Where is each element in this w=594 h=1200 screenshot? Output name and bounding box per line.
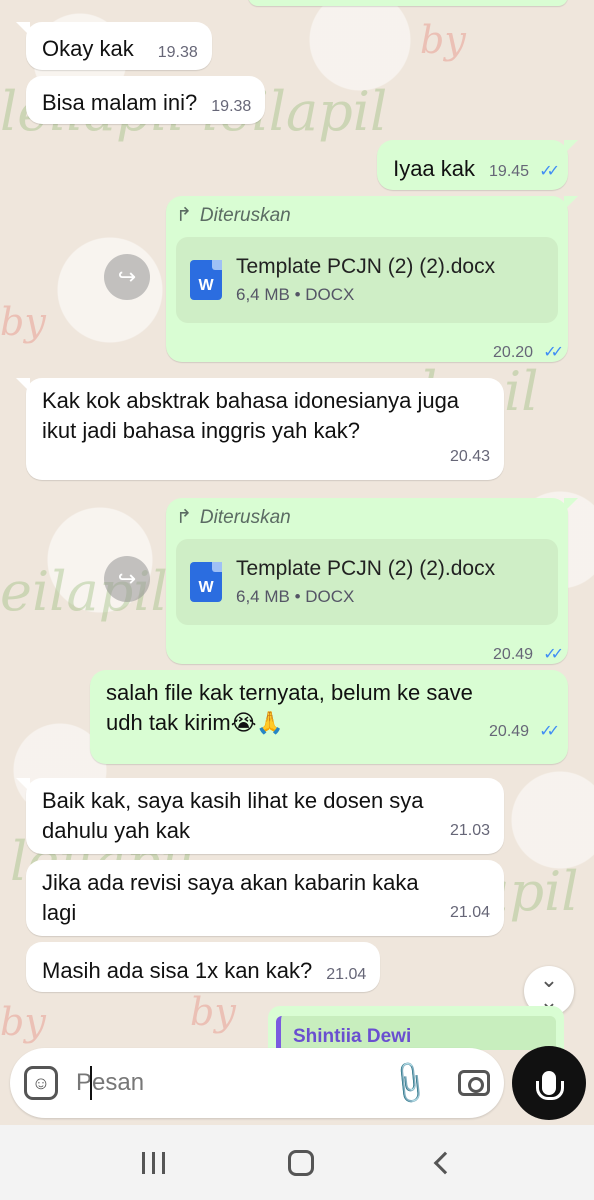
forward-icon: ↱: [176, 205, 192, 226]
message-text: Masih ada sisa 1x kan kak?: [42, 958, 313, 983]
document-meta: 6,4 MB • DOCX: [236, 587, 355, 606]
message-bubble-incoming[interactable]: Bisa malam ini? 19.38: [26, 76, 266, 124]
voice-message-button[interactable]: [512, 1046, 586, 1120]
read-receipt-icon: ✓✓: [539, 163, 560, 180]
read-receipt-icon: ✓✓: [543, 646, 564, 663]
message-list[interactable]: Okay kak 19.38 Bisa malam ini? 19.38 Iya…: [0, 0, 594, 1050]
paperclip-icon[interactable]: 📎: [384, 1058, 435, 1108]
message-bubble-partial[interactable]: [248, 0, 568, 6]
mic-icon: [536, 1071, 564, 1100]
home-icon[interactable]: [287, 1149, 314, 1176]
system-navigation-bar: [0, 1125, 594, 1200]
message-bubble-incoming[interactable]: Masih ada sisa 1x kan kak? 21.04: [26, 942, 381, 992]
message-bubble-outgoing-document[interactable]: ↱ Diteruskan W Template PCJN (2) (2).doc…: [166, 196, 578, 362]
message-text: Bisa malam ini?: [42, 90, 198, 115]
document-attachment[interactable]: W Template PCJN (2) (2).docx 6,4 MB • DO…: [176, 539, 558, 625]
read-receipt-icon: ✓✓: [539, 723, 560, 740]
message-text: Kak kok absktrak bahasa idonesianya juga…: [42, 388, 460, 443]
camera-icon[interactable]: [458, 1070, 490, 1096]
quoted-sender-name: Shintiia Dewi: [276, 1016, 556, 1050]
message-bubble-outgoing[interactable]: salah file kak ternyata, belum ke save u…: [90, 670, 568, 764]
document-name: Template PCJN (2) (2).docx: [236, 255, 496, 278]
text-cursor: [90, 1066, 92, 1100]
document-meta: 6,4 MB • DOCX: [236, 285, 355, 304]
word-document-icon: W: [190, 260, 222, 300]
forward-icon: ↱: [176, 507, 192, 528]
message-time: 19.38: [211, 98, 252, 115]
read-receipt-icon: ✓✓: [543, 344, 564, 361]
sticker-icon[interactable]: ☺: [24, 1066, 58, 1100]
message-time: 20.49: [493, 646, 534, 663]
share-icon[interactable]: ↪: [104, 254, 150, 300]
forwarded-label: ↱ Diteruskan: [176, 506, 291, 529]
message-input[interactable]: [76, 1069, 391, 1097]
message-bubble-incoming[interactable]: Jika ada revisi saya akan kabarin kaka l…: [26, 860, 504, 936]
message-bubble-incoming[interactable]: Kak kok absktrak bahasa idonesianya juga…: [16, 378, 504, 480]
message-bubble-incoming[interactable]: Okay kak 19.38: [16, 22, 212, 70]
forwarded-label: ↱ Diteruskan: [176, 204, 291, 227]
message-time: 20.43: [449, 448, 490, 465]
back-icon[interactable]: [433, 1151, 456, 1174]
quoted-reply-preview[interactable]: Shintiia Dewi: [268, 1006, 564, 1050]
document-name: Template PCJN (2) (2).docx: [236, 557, 496, 580]
recent-apps-icon[interactable]: [141, 1151, 165, 1174]
share-icon[interactable]: ↪: [104, 556, 150, 602]
message-time: 20.20: [493, 344, 534, 361]
message-composer: ☺ 📎: [10, 1048, 504, 1118]
message-time: 21.04: [449, 904, 490, 921]
message-time: 19.45: [489, 163, 530, 180]
message-time: 20.49: [489, 723, 530, 740]
message-text: Okay kak: [42, 36, 134, 61]
word-document-icon: W: [190, 562, 222, 602]
message-bubble-outgoing[interactable]: Iyaa kak 19.45 ✓✓: [377, 140, 578, 190]
document-attachment[interactable]: W Template PCJN (2) (2).docx 6,4 MB • DO…: [176, 237, 558, 323]
message-bubble-incoming[interactable]: Baik kak, saya kasih lihat ke dosen sya …: [16, 778, 504, 854]
message-time: 19.38: [157, 44, 198, 61]
message-time: 21.04: [326, 966, 367, 983]
message-bubble-outgoing-document[interactable]: ↱ Diteruskan W Template PCJN (2) (2).doc…: [166, 498, 578, 664]
message-text: Iyaa kak: [393, 156, 476, 181]
